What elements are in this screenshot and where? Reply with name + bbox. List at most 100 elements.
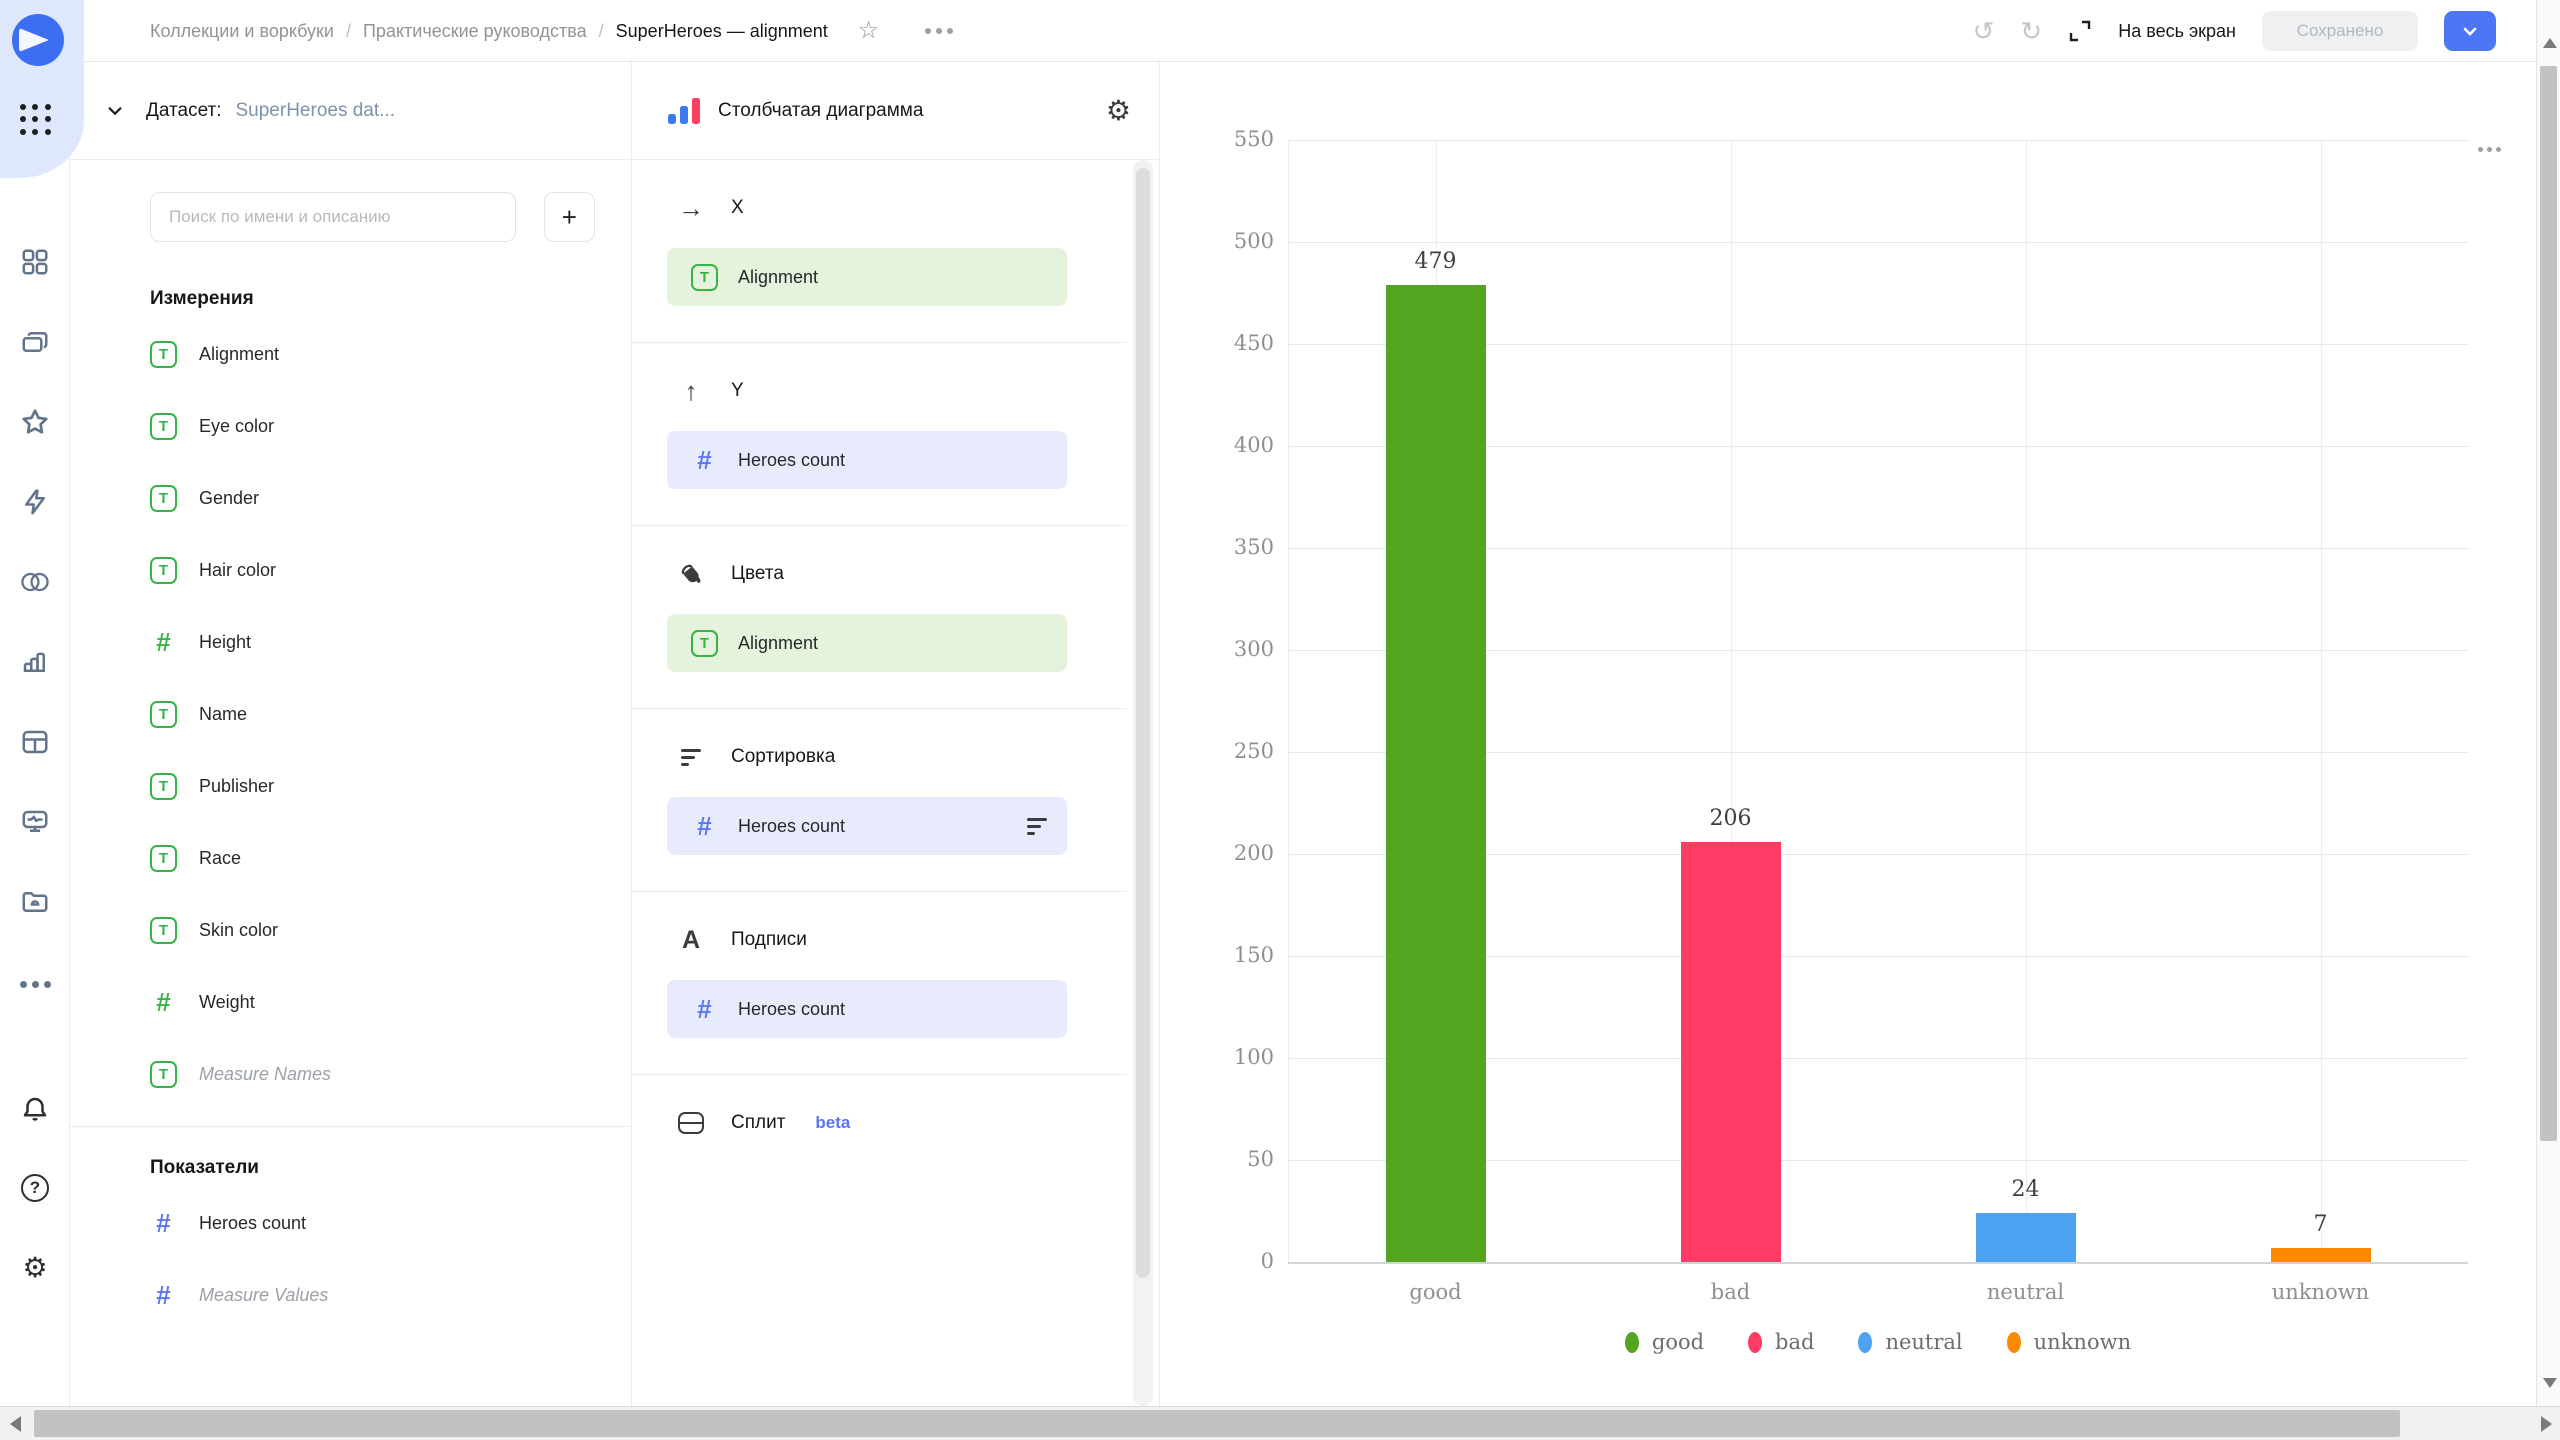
breadcrumb-guides[interactable]: Практические руководства: [363, 21, 587, 42]
chart-type-label[interactable]: Столбчатая диаграмма: [718, 100, 1106, 122]
chart-area: 550500450400350300250200150100500479good…: [1160, 62, 2536, 1406]
text-field-icon: T: [150, 485, 177, 512]
legend-label: bad: [1775, 1330, 1814, 1354]
dataset-collapse-chevron-icon[interactable]: [106, 102, 124, 120]
vertical-scroll-thumb[interactable]: [2540, 66, 2557, 1141]
x-category-label: unknown: [2221, 1280, 2421, 1304]
sort-field-pill[interactable]: #Heroes count: [667, 797, 1067, 855]
chart-more-menu-icon[interactable]: [2478, 147, 2501, 152]
vertical-gridline: [2026, 140, 2027, 1262]
settings-gear-icon[interactable]: ⚙: [0, 1244, 70, 1292]
help-icon[interactable]: ?: [0, 1164, 70, 1212]
section-sort: Сортировка #Heroes count: [632, 709, 1127, 892]
field-hair-color[interactable]: THair color: [150, 534, 595, 606]
more-menu-icon[interactable]: [925, 28, 953, 34]
sort-desc-icon[interactable]: [1027, 818, 1047, 835]
saved-button[interactable]: Сохранено: [2262, 11, 2418, 51]
datalens-logo[interactable]: [12, 14, 64, 66]
chart-type-header: Столбчатая диаграмма ⚙: [632, 62, 1159, 160]
field-eye-color[interactable]: TEye color: [150, 390, 595, 462]
editor-icon[interactable]: [0, 478, 70, 526]
legend-item-neutral[interactable]: neutral: [1858, 1330, 1962, 1354]
bar-unknown[interactable]: [2271, 1248, 2371, 1262]
monitoring-icon[interactable]: [0, 798, 70, 846]
chevron-down-icon: [2460, 21, 2480, 41]
field-alignment[interactable]: TAlignment: [150, 318, 595, 390]
dataset-name-link[interactable]: SuperHeroes dat...: [236, 100, 395, 122]
text-field-icon: T: [150, 701, 177, 728]
charts-icon[interactable]: [0, 638, 70, 686]
legend-marker-icon: [1858, 1332, 1872, 1353]
y-tick-label: 0: [1184, 1249, 1274, 1273]
collections-icon[interactable]: [0, 318, 70, 366]
y-tick-label: 500: [1184, 229, 1274, 253]
legend-item-bad[interactable]: bad: [1748, 1330, 1814, 1354]
breadcrumb-separator: /: [346, 21, 351, 42]
field-search-input[interactable]: [150, 192, 516, 242]
bar-chart: 550500450400350300250200150100500479good…: [1160, 62, 2536, 1406]
paint-bucket-icon: [677, 560, 705, 588]
legend-label: neutral: [1885, 1330, 1962, 1354]
number-field-icon: #: [150, 989, 177, 1016]
page-title: SuperHeroes — alignment: [616, 21, 828, 42]
more-icon[interactable]: [0, 960, 70, 1008]
field-skin-color[interactable]: TSkin color: [150, 894, 595, 966]
labels-field-pill[interactable]: #Heroes count: [667, 980, 1067, 1038]
config-scrollbar[interactable]: [1133, 160, 1153, 1406]
x-field-pill[interactable]: TAlignment: [667, 248, 1067, 306]
favorites-icon[interactable]: [0, 398, 70, 446]
field-heroes-count[interactable]: #Heroes count: [150, 1187, 595, 1259]
redo-icon[interactable]: ↻: [2020, 18, 2042, 44]
bar-neutral[interactable]: [1976, 1213, 2076, 1262]
y-tick-label: 150: [1184, 943, 1274, 967]
connections-icon[interactable]: [0, 558, 70, 606]
dataset-label: Датасет:: [146, 100, 222, 122]
field-measure-values[interactable]: #Measure Values: [150, 1259, 595, 1331]
bar-good[interactable]: [1386, 285, 1486, 1262]
apps-grid-icon[interactable]: [20, 104, 52, 136]
legend-marker-icon: [2007, 1332, 2021, 1353]
undo-icon[interactable]: ↺: [1973, 18, 1995, 44]
legend-item-good[interactable]: good: [1625, 1330, 1704, 1354]
scroll-up-arrow-icon[interactable]: [2543, 38, 2557, 48]
text-field-icon: T: [150, 557, 177, 584]
legend-item-unknown[interactable]: unknown: [2007, 1330, 2131, 1354]
notifications-bell-icon[interactable]: [0, 1085, 70, 1133]
page-vertical-scrollbar[interactable]: [2536, 0, 2560, 1406]
add-field-button[interactable]: +: [544, 192, 595, 242]
chart-settings-gear-icon[interactable]: ⚙: [1106, 97, 1131, 125]
field-publisher[interactable]: TPublisher: [150, 750, 595, 822]
field-weight[interactable]: #Weight: [150, 966, 595, 1038]
field-measure-names[interactable]: TMeasure Names: [150, 1038, 595, 1110]
storage-icon[interactable]: [0, 878, 70, 926]
field-race[interactable]: TRace: [150, 822, 595, 894]
save-dropdown-button[interactable]: [2444, 11, 2496, 51]
fullscreen-label[interactable]: На весь экран: [2118, 21, 2236, 42]
number-measure-icon: #: [691, 996, 718, 1023]
section-x: →X TAlignment: [632, 160, 1127, 343]
bar-bad[interactable]: [1681, 842, 1781, 1262]
text-field-icon: T: [691, 264, 718, 291]
field-name[interactable]: TName: [150, 678, 595, 750]
scroll-left-arrow-icon[interactable]: [10, 1416, 21, 1432]
fullscreen-icon[interactable]: [2068, 19, 2092, 43]
page-horizontal-scrollbar[interactable]: [0, 1406, 2560, 1440]
scroll-right-arrow-icon[interactable]: [2541, 1416, 2552, 1432]
dimensions-list: TAlignment TEye color TGender THair colo…: [150, 318, 595, 1110]
datasets-icon[interactable]: [0, 718, 70, 766]
breadcrumb: Коллекции и воркбуки / Практические руко…: [150, 0, 953, 62]
scroll-down-arrow-icon[interactable]: [2543, 1378, 2557, 1388]
dashboards-icon[interactable]: [0, 238, 70, 286]
chart-legend: good bad neutral unknown: [1288, 1330, 2468, 1354]
y-tick-label: 350: [1184, 535, 1274, 559]
y-tick-label: 450: [1184, 331, 1274, 355]
breadcrumb-collections[interactable]: Коллекции и воркбуки: [150, 21, 334, 42]
favorite-star-icon[interactable]: ☆: [858, 19, 880, 43]
colors-field-pill[interactable]: TAlignment: [667, 614, 1067, 672]
y-tick-label: 200: [1184, 841, 1274, 865]
field-gender[interactable]: TGender: [150, 462, 595, 534]
number-measure-icon: #: [150, 1282, 177, 1309]
field-height[interactable]: #Height: [150, 606, 595, 678]
horizontal-scroll-thumb[interactable]: [34, 1410, 2400, 1437]
y-field-pill[interactable]: #Heroes count: [667, 431, 1067, 489]
